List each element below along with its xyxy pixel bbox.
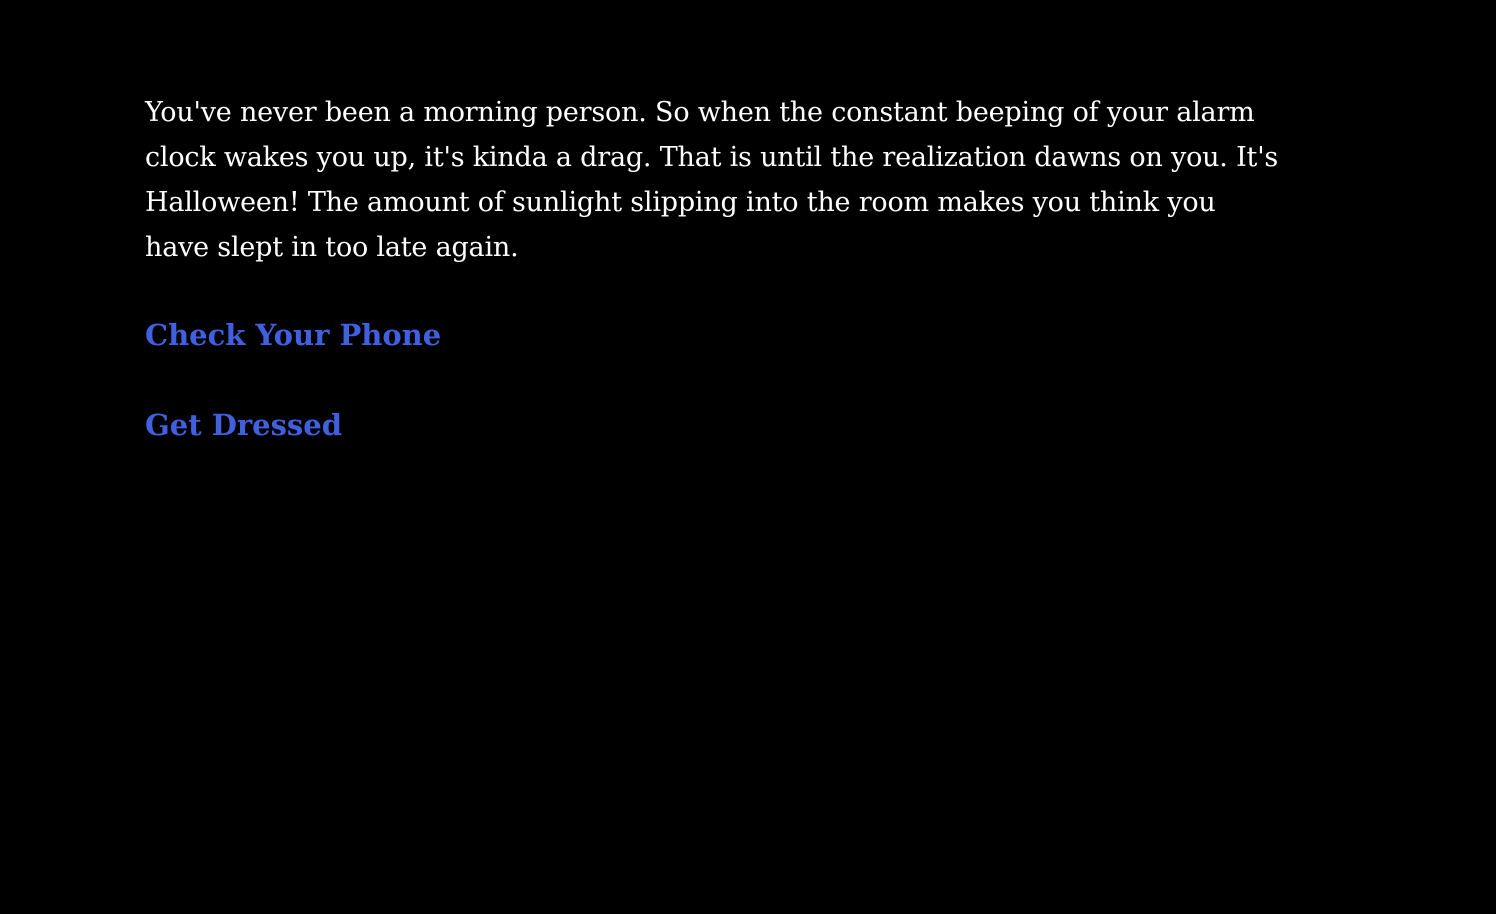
choice-check-your-phone-link[interactable]: Check Your Phone [145, 315, 441, 355]
story-container: You've never been a morning person. So w… [145, 90, 1280, 445]
choices-list: Check Your Phone Get Dressed [145, 315, 1280, 445]
passage-text: You've never been a morning person. So w… [145, 97, 1279, 263]
choice-get-dressed-link[interactable]: Get Dressed [145, 405, 342, 445]
